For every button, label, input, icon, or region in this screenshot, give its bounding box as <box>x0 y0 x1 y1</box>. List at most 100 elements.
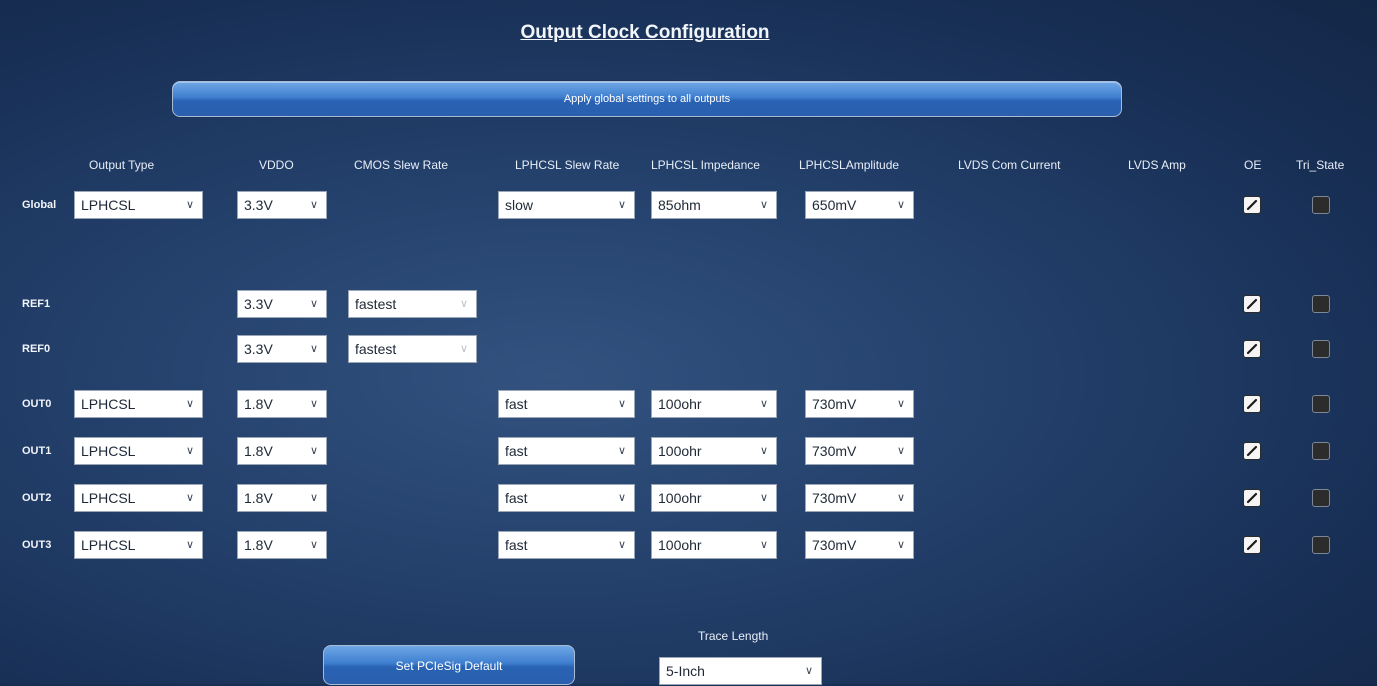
out1-lphcsl-slew-rate-value: fast <box>505 443 528 459</box>
row-label-out1: OUT1 <box>22 445 52 457</box>
chevron-down-icon: ∨ <box>309 343 318 355</box>
chevron-down-icon: ∨ <box>309 199 318 211</box>
chevron-down-icon: ∨ <box>759 398 768 410</box>
out0-output-type-select[interactable]: LPHCSL ∨ <box>74 390 203 418</box>
ref1-vddo-select[interactable]: 3.3V ∨ <box>237 290 327 318</box>
checkmark-icon <box>1246 445 1258 457</box>
out1-lphcsl-impedance-select[interactable]: 100ohr ∨ <box>651 437 777 465</box>
row-label-global: Global <box>22 199 57 211</box>
out1-lphcsl-amplitude-value: 730mV <box>812 443 857 459</box>
ref0-vddo-value: 3.3V <box>244 341 273 357</box>
header-oe: OE <box>1244 158 1262 172</box>
out3-oe-checkbox[interactable] <box>1243 536 1261 554</box>
out1-oe-checkbox[interactable] <box>1243 442 1261 460</box>
global-lphcsl-amplitude-select[interactable]: 650mV ∨ <box>805 191 914 219</box>
apply-global-settings-button[interactable]: Apply global settings to all outputs <box>172 81 1122 117</box>
chevron-down-icon: ∨ <box>759 199 768 211</box>
row-label-out2: OUT2 <box>22 492 52 504</box>
global-lphcsl-impedance-value: 85ohm <box>658 197 701 213</box>
chevron-down-icon: ∨ <box>185 492 194 504</box>
global-oe-checkbox[interactable] <box>1243 196 1261 214</box>
chevron-down-icon: ∨ <box>459 298 468 310</box>
out2-lphcsl-amplitude-select[interactable]: 730mV ∨ <box>805 484 914 512</box>
global-output-type-value: LPHCSL <box>81 197 136 213</box>
ref0-cmos-slew-rate-select[interactable]: fastest ∨ <box>348 335 477 363</box>
global-vddo-select[interactable]: 3.3V ∨ <box>237 191 327 219</box>
checkmark-icon <box>1246 539 1258 551</box>
global-lphcsl-slew-rate-value: slow <box>505 197 534 213</box>
out1-vddo-value: 1.8V <box>244 443 273 459</box>
global-lphcsl-slew-rate-select[interactable]: slow ∨ <box>498 191 635 219</box>
global-output-type-select[interactable]: LPHCSL ∨ <box>74 191 203 219</box>
row-label-ref1: REF1 <box>22 298 51 310</box>
out2-output-type-select[interactable]: LPHCSL ∨ <box>74 484 203 512</box>
out0-oe-checkbox[interactable] <box>1243 395 1261 413</box>
ref0-cmos-slew-rate-value: fastest <box>355 341 397 357</box>
chevron-down-icon: ∨ <box>617 199 626 211</box>
header-lphcsl-impedance: LPHCSL Impedance <box>651 158 760 172</box>
chevron-down-icon: ∨ <box>759 492 768 504</box>
out2-lphcsl-slew-rate-select[interactable]: fast ∨ <box>498 484 635 512</box>
out0-tri-state-checkbox[interactable] <box>1312 395 1330 413</box>
out2-lphcsl-impedance-value: 100ohr <box>658 490 702 506</box>
out1-lphcsl-impedance-value: 100ohr <box>658 443 702 459</box>
set-pciesig-default-button[interactable]: Set PCIeSig Default <box>323 645 575 685</box>
trace-length-select[interactable]: 5-Inch ∨ <box>659 657 822 685</box>
out0-lphcsl-impedance-select[interactable]: 100ohr ∨ <box>651 390 777 418</box>
out1-lphcsl-amplitude-select[interactable]: 730mV ∨ <box>805 437 914 465</box>
chevron-down-icon: ∨ <box>804 665 813 677</box>
ref1-oe-checkbox[interactable] <box>1243 295 1261 313</box>
out1-tri-state-checkbox[interactable] <box>1312 442 1330 460</box>
chevron-down-icon: ∨ <box>309 445 318 457</box>
header-vddo: VDDO <box>259 158 294 172</box>
global-lphcsl-amplitude-value: 650mV <box>812 197 857 213</box>
out2-lphcsl-impedance-select[interactable]: 100ohr ∨ <box>651 484 777 512</box>
header-tri-state: Tri_State <box>1296 158 1345 172</box>
chevron-down-icon: ∨ <box>185 199 194 211</box>
chevron-down-icon: ∨ <box>185 398 194 410</box>
trace-length-label: Trace Length <box>698 629 769 643</box>
out2-tri-state-checkbox[interactable] <box>1312 489 1330 507</box>
ref0-tri-state-checkbox[interactable] <box>1312 340 1330 358</box>
out2-oe-checkbox[interactable] <box>1243 489 1261 507</box>
row-label-out0: OUT0 <box>22 398 52 410</box>
row-label-out3: OUT3 <box>22 539 52 551</box>
ref1-tri-state-checkbox[interactable] <box>1312 295 1330 313</box>
chevron-down-icon: ∨ <box>617 539 626 551</box>
out3-lphcsl-impedance-select[interactable]: 100ohr ∨ <box>651 531 777 559</box>
out3-vddo-value: 1.8V <box>244 537 273 553</box>
ref0-vddo-select[interactable]: 3.3V ∨ <box>237 335 327 363</box>
header-lphcsl-amplitude: LPHCSLAmplitude <box>799 158 900 172</box>
chevron-down-icon: ∨ <box>896 492 905 504</box>
out1-vddo-select[interactable]: 1.8V ∨ <box>237 437 327 465</box>
out2-vddo-select[interactable]: 1.8V ∨ <box>237 484 327 512</box>
out1-lphcsl-slew-rate-select[interactable]: fast ∨ <box>498 437 635 465</box>
chevron-down-icon: ∨ <box>617 445 626 457</box>
chevron-down-icon: ∨ <box>896 398 905 410</box>
out0-lphcsl-slew-rate-select[interactable]: fast ∨ <box>498 390 635 418</box>
out0-vddo-value: 1.8V <box>244 396 273 412</box>
out2-lphcsl-slew-rate-value: fast <box>505 490 528 506</box>
out1-output-type-select[interactable]: LPHCSL ∨ <box>74 437 203 465</box>
ref1-cmos-slew-rate-select[interactable]: fastest ∨ <box>348 290 477 318</box>
header-output-type: Output Type <box>89 158 155 172</box>
trace-length-value: 5-Inch <box>666 663 705 679</box>
out0-lphcsl-amplitude-select[interactable]: 730mV ∨ <box>805 390 914 418</box>
out3-output-type-select[interactable]: LPHCSL ∨ <box>74 531 203 559</box>
out0-vddo-select[interactable]: 1.8V ∨ <box>237 390 327 418</box>
out3-lphcsl-slew-rate-select[interactable]: fast ∨ <box>498 531 635 559</box>
out3-vddo-select[interactable]: 1.8V ∨ <box>237 531 327 559</box>
chevron-down-icon: ∨ <box>309 539 318 551</box>
chevron-down-icon: ∨ <box>896 445 905 457</box>
row-label-ref0: REF0 <box>22 343 51 355</box>
out3-lphcsl-amplitude-select[interactable]: 730mV ∨ <box>805 531 914 559</box>
out3-tri-state-checkbox[interactable] <box>1312 536 1330 554</box>
header-lvds-com-current: LVDS Com Current <box>958 158 1061 172</box>
chevron-down-icon: ∨ <box>185 445 194 457</box>
out3-lphcsl-slew-rate-value: fast <box>505 537 528 553</box>
chevron-down-icon: ∨ <box>309 398 318 410</box>
ref0-oe-checkbox[interactable] <box>1243 340 1261 358</box>
global-lphcsl-impedance-select[interactable]: 85ohm ∨ <box>651 191 777 219</box>
global-tri-state-checkbox[interactable] <box>1312 196 1330 214</box>
global-vddo-value: 3.3V <box>244 197 273 213</box>
